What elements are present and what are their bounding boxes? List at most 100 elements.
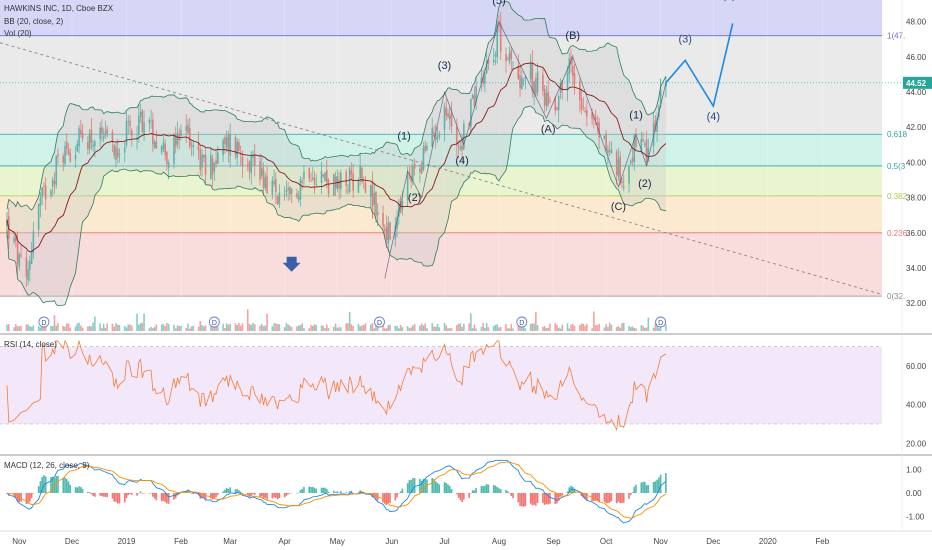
volume-bar	[227, 324, 230, 331]
volume-bar	[420, 323, 423, 331]
macd-indicator-label[interactable]: MACD (12, 26, close, 9)	[4, 461, 89, 471]
volume-indicator-label[interactable]: Vol (20)	[4, 29, 32, 39]
volume-bar	[531, 323, 534, 331]
volume-bar	[387, 325, 390, 331]
macd-histogram-bar	[665, 472, 667, 493]
macd-pane[interactable]: 1.000.00-1.00	[6, 459, 925, 524]
macd-histogram-bar	[542, 493, 544, 504]
macd-histogram-bar	[283, 493, 286, 498]
volume-bar	[222, 323, 224, 331]
macd-histogram-bar	[167, 493, 170, 504]
volume-bar	[217, 326, 219, 331]
time-tick-label: Mar	[223, 537, 237, 546]
volume-bar	[236, 325, 238, 331]
macd-histogram-bar	[320, 487, 323, 493]
volume-bar	[64, 326, 66, 331]
volume-bar	[104, 327, 107, 331]
volume-bar	[90, 326, 93, 331]
macd-histogram-bar	[473, 490, 476, 493]
volume-bar	[141, 322, 144, 331]
volume-bar	[155, 324, 158, 331]
volume-bar	[94, 316, 96, 331]
macd-histogram-bar	[239, 491, 242, 493]
macd-histogram-bar	[322, 487, 325, 493]
macd-histogram-bar	[138, 493, 140, 494]
volume-bar	[29, 326, 31, 331]
volume-bar	[573, 325, 576, 331]
volume-bar	[252, 322, 254, 331]
bb-indicator-label[interactable]: BB (20, close, 2)	[4, 17, 63, 27]
volume-bar	[389, 324, 391, 331]
macd-histogram-bar	[129, 493, 131, 495]
macd-histogram-bar	[333, 490, 335, 493]
rsi-indicator-label[interactable]: RSI (14, close)	[4, 340, 57, 350]
volume-bar	[568, 328, 571, 331]
volume-bar	[173, 324, 175, 331]
volume-bar	[559, 328, 562, 331]
rsi-pane[interactable]: 60.0040.0020.00	[0, 339, 927, 448]
macd-histogram-bar	[652, 481, 655, 493]
volume-bar	[266, 313, 268, 331]
volume-bar	[621, 323, 623, 331]
macd-signal-line[interactable]	[6, 461, 667, 519]
volume-bar	[138, 324, 140, 331]
macd-histogram-bar	[297, 492, 300, 494]
macd-histogram-bar	[118, 493, 121, 504]
volume-bar	[570, 324, 572, 331]
macd-histogram-bar	[136, 493, 138, 496]
macd-histogram-bar	[338, 492, 340, 494]
wave-label: (4)	[455, 155, 468, 167]
time-tick-label: May	[330, 537, 345, 546]
volume-bar	[471, 328, 474, 331]
macd-histogram-bar	[434, 481, 437, 493]
macd-histogram-bar	[273, 493, 275, 498]
macd-histogram-bar	[622, 493, 625, 503]
macd-histogram-bar	[32, 493, 35, 494]
price-tick-label: 48.00	[906, 18, 927, 27]
wave-label: (4)	[707, 111, 720, 123]
wave-label: (B)	[565, 30, 580, 42]
macd-histogram-bar	[278, 493, 281, 499]
macd-histogram-bar	[505, 489, 507, 493]
macd-histogram-bar	[115, 493, 117, 502]
volume-bar	[554, 323, 557, 331]
volume-bar	[594, 325, 597, 331]
macd-histogram-bar	[69, 485, 72, 493]
macd-histogram-bar	[499, 489, 502, 493]
macd-histogram-bar	[389, 493, 391, 504]
volume-bar	[607, 326, 609, 331]
macd-histogram-bar	[443, 482, 446, 493]
volume-bar	[642, 325, 644, 331]
volume-bar	[180, 326, 182, 331]
macd-histogram-bar	[62, 477, 65, 493]
trading-chart[interactable]: 1(47.0.6180.5(30.3820.2360(32. DDDDD (5)…	[0, 0, 932, 550]
macd-histogram-bar	[561, 493, 564, 496]
volume-bar	[273, 323, 275, 331]
macd-histogram-bar	[408, 480, 411, 493]
macd-histogram-bar	[394, 493, 397, 501]
volume-bar	[605, 324, 607, 331]
volume-bar	[262, 326, 265, 331]
macd-histogram-bar	[106, 493, 108, 498]
macd-histogram-bar	[153, 493, 156, 499]
macd-histogram-bar	[81, 488, 84, 493]
volume-bar	[357, 323, 360, 331]
volume-bar	[364, 323, 367, 331]
macd-histogram-bar	[656, 479, 658, 493]
macd-histogram-bar	[554, 493, 557, 504]
macd-histogram-bar	[285, 493, 288, 496]
volume-bar	[201, 325, 203, 331]
wave-label: (1)	[397, 131, 410, 143]
volume-bar	[241, 323, 244, 331]
volume-bar	[510, 323, 513, 331]
macd-histogram-bar	[633, 486, 636, 493]
macd-histogram-bar	[603, 493, 606, 502]
price-tick-label: 44.00	[906, 88, 927, 97]
macd-histogram-bar	[571, 486, 574, 493]
macd-histogram-bar	[111, 493, 114, 499]
macd-histogram-bar	[385, 493, 388, 506]
volume-bar	[445, 325, 448, 331]
volume-bar	[55, 325, 58, 331]
volume-bar	[234, 323, 237, 331]
macd-histogram-bar	[113, 493, 116, 502]
